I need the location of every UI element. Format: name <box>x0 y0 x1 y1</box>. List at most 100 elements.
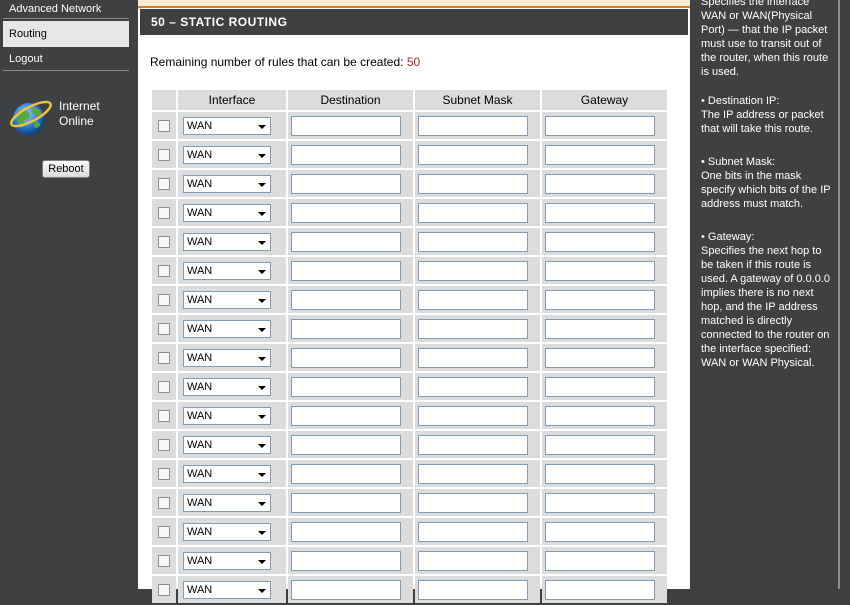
chevron-down-icon <box>258 153 266 158</box>
row-checkbox[interactable] <box>158 206 170 219</box>
interface-select[interactable]: WAN <box>183 145 271 164</box>
subnet-mask-input[interactable] <box>418 521 528 542</box>
gateway-input[interactable] <box>545 144 655 165</box>
interface-select[interactable]: WAN <box>183 290 271 309</box>
help-intro-line: is used. <box>701 66 739 78</box>
subnet-mask-input[interactable] <box>418 144 528 165</box>
destination-input[interactable] <box>291 405 401 426</box>
destination-input[interactable] <box>291 115 401 136</box>
interface-cell: WAN <box>178 112 286 139</box>
interface-select[interactable]: WAN <box>183 319 271 338</box>
interface-select[interactable]: WAN <box>183 464 271 483</box>
gateway-input[interactable] <box>545 231 655 252</box>
subnet-mask-input[interactable] <box>418 550 528 571</box>
reboot-button[interactable]: Reboot <box>42 160 90 178</box>
destination-input[interactable] <box>291 376 401 397</box>
gateway-input[interactable] <box>545 347 655 368</box>
row-checkbox[interactable] <box>158 322 170 335</box>
subnet-mask-input[interactable] <box>418 492 528 513</box>
subnet-mask-input[interactable] <box>418 231 528 252</box>
interface-select[interactable]: WAN <box>183 493 271 512</box>
row-select-cell <box>152 315 176 342</box>
subnet-mask-input[interactable] <box>418 463 528 484</box>
destination-input[interactable] <box>291 260 401 281</box>
interface-select[interactable]: WAN <box>183 377 271 396</box>
row-checkbox[interactable] <box>158 235 170 248</box>
destination-input[interactable] <box>291 463 401 484</box>
subnet-mask-input[interactable] <box>418 347 528 368</box>
destination-input[interactable] <box>291 202 401 223</box>
destination-input[interactable] <box>291 550 401 571</box>
destination-input[interactable] <box>291 521 401 542</box>
destination-input[interactable] <box>291 231 401 252</box>
row-checkbox[interactable] <box>158 380 170 393</box>
destination-input[interactable] <box>291 579 401 600</box>
destination-input[interactable] <box>291 318 401 339</box>
interface-select[interactable]: WAN <box>183 203 271 222</box>
row-checkbox[interactable] <box>158 554 170 567</box>
row-checkbox[interactable] <box>158 496 170 509</box>
interface-select[interactable]: WAN <box>183 551 271 570</box>
row-select-cell <box>152 576 176 603</box>
subnet-mask-input[interactable] <box>418 579 528 600</box>
destination-input[interactable] <box>291 492 401 513</box>
interface-select[interactable]: WAN <box>183 406 271 425</box>
gateway-input[interactable] <box>545 434 655 455</box>
row-checkbox[interactable] <box>158 583 170 596</box>
gateway-cell <box>542 170 667 197</box>
internet-status: Internet Online <box>8 95 126 140</box>
row-checkbox[interactable] <box>158 293 170 306</box>
interface-select[interactable]: WAN <box>183 116 271 135</box>
gateway-input[interactable] <box>545 173 655 194</box>
row-checkbox[interactable] <box>158 525 170 538</box>
table-header-row: Interface Destination Subnet Mask Gatewa… <box>152 90 667 110</box>
interface-value: WAN <box>187 351 213 364</box>
row-checkbox[interactable] <box>158 351 170 364</box>
destination-input[interactable] <box>291 347 401 368</box>
gateway-input[interactable] <box>545 550 655 571</box>
gateway-input[interactable] <box>545 579 655 600</box>
chevron-down-icon <box>258 385 266 390</box>
subnet-mask-input[interactable] <box>418 434 528 455</box>
gateway-input[interactable] <box>545 376 655 397</box>
interface-select[interactable]: WAN <box>183 232 271 251</box>
destination-input[interactable] <box>291 289 401 310</box>
subnet-mask-input[interactable] <box>418 202 528 223</box>
gateway-input[interactable] <box>545 289 655 310</box>
gateway-input[interactable] <box>545 318 655 339</box>
gateway-input[interactable] <box>545 521 655 542</box>
gateway-input[interactable] <box>545 202 655 223</box>
row-checkbox[interactable] <box>158 177 170 190</box>
row-checkbox[interactable] <box>158 467 170 480</box>
row-checkbox[interactable] <box>158 148 170 161</box>
row-checkbox[interactable] <box>158 119 170 132</box>
gateway-input[interactable] <box>545 492 655 513</box>
subnet-mask-input[interactable] <box>418 289 528 310</box>
interface-select[interactable]: WAN <box>183 348 271 367</box>
gateway-input[interactable] <box>545 463 655 484</box>
subnet-mask-input[interactable] <box>418 376 528 397</box>
destination-input[interactable] <box>291 173 401 194</box>
row-checkbox[interactable] <box>158 264 170 277</box>
subnet-mask-input[interactable] <box>418 405 528 426</box>
interface-select[interactable]: WAN <box>183 522 271 541</box>
globe-icon <box>10 100 52 135</box>
interface-select[interactable]: WAN <box>183 580 271 599</box>
interface-select[interactable]: WAN <box>183 435 271 454</box>
gateway-input[interactable] <box>545 115 655 136</box>
destination-input[interactable] <box>291 434 401 455</box>
subnet-mask-input[interactable] <box>418 260 528 281</box>
subnet-mask-input[interactable] <box>418 115 528 136</box>
interface-select[interactable]: WAN <box>183 261 271 280</box>
nav-routing[interactable]: Routing <box>3 21 129 47</box>
gateway-input[interactable] <box>545 260 655 281</box>
row-checkbox[interactable] <box>158 409 170 422</box>
help-intro-line: must use to transit out of <box>701 38 822 50</box>
help-destination-line: The IP address or packet <box>701 109 824 121</box>
interface-select[interactable]: WAN <box>183 174 271 193</box>
gateway-input[interactable] <box>545 405 655 426</box>
subnet-mask-input[interactable] <box>418 318 528 339</box>
destination-input[interactable] <box>291 144 401 165</box>
subnet-mask-input[interactable] <box>418 173 528 194</box>
row-checkbox[interactable] <box>158 438 170 451</box>
